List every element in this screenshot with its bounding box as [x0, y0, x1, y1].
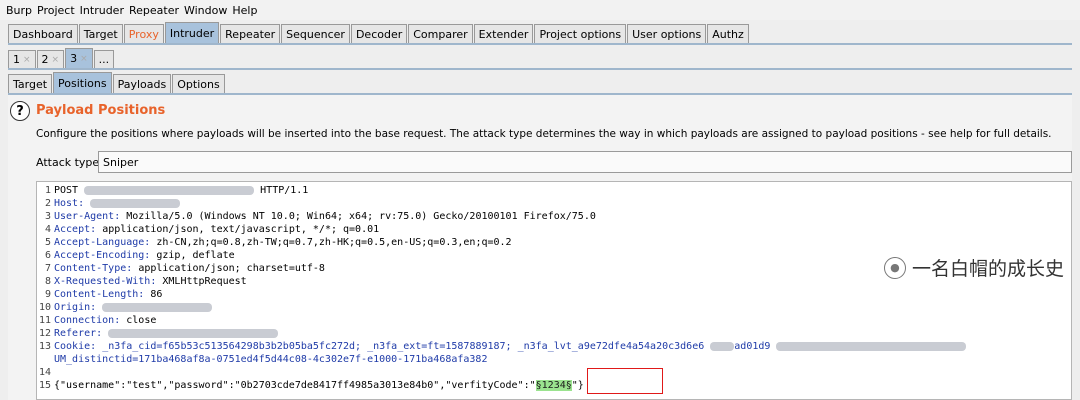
header-name: Accept:: [54, 224, 97, 235]
close-icon[interactable]: ×: [23, 55, 31, 65]
header-name: Content-Type:: [54, 263, 133, 274]
attack-number-tab-bar: 1 × 2 × 3 × ...: [8, 48, 115, 68]
header-value: zh-CN,zh;q=0.8,zh-TW;q=0.7,zh-HK;q=0.5,e…: [156, 237, 512, 248]
payload-position-marker[interactable]: §1234§: [535, 380, 572, 391]
attack-tab-3[interactable]: 3 ×: [65, 48, 93, 68]
header-name: Connection:: [54, 315, 121, 326]
request-line-4: 4 Accept: application/json, text/javascri…: [44, 224, 380, 235]
section-description: Configure the positions where payloads w…: [36, 128, 1052, 140]
subtab-target[interactable]: Target: [8, 74, 53, 93]
header-name: Accept-Encoding:: [54, 250, 151, 261]
header-value: Mozilla/5.0 (Windows NT 10.0; Win64; x64…: [126, 211, 596, 222]
subtab-options[interactable]: Options: [172, 74, 225, 93]
request-line-10: 10 Origin:: [37, 301, 1071, 314]
section-title: Payload Positions: [36, 103, 166, 118]
menu-window[interactable]: Window: [184, 4, 227, 17]
menu-bar: Burp Project Intruder Repeater Window He…: [0, 0, 1080, 20]
redacted-cookie-rest: [776, 341, 967, 351]
redacted-host: [90, 198, 181, 208]
tab-sequencer[interactable]: Sequencer: [281, 24, 350, 43]
tab-dashboard[interactable]: Dashboard: [8, 24, 78, 43]
main-tab-underline: [8, 43, 1072, 45]
header-value: close: [126, 315, 157, 326]
cookie-value-continued: UM_distinctid=171ba468af8a-0751ed4f5d44c…: [54, 354, 488, 365]
header-name: User-Agent:: [54, 211, 121, 222]
menu-intruder[interactable]: Intruder: [80, 4, 124, 17]
request-line-13-wrap: UM_distinctid=171ba468af8a-0751ed4f5d44c…: [37, 353, 1071, 366]
attack-type-label: Attack type:: [36, 156, 103, 169]
redacted-cookie: [710, 341, 735, 351]
request-line-15: 15 {"username":"test","password":"0b2703c…: [38, 380, 584, 391]
attack-tab-2[interactable]: 2 ×: [36, 50, 65, 68]
intruder-sub-tab-bar: Target Positions Payloads Options: [8, 72, 226, 93]
tab-repeater[interactable]: Repeater: [220, 24, 281, 43]
menu-burp[interactable]: Burp: [6, 4, 32, 17]
menu-repeater[interactable]: Repeater: [129, 4, 179, 17]
header-name: Origin:: [54, 302, 97, 313]
request-line-1: 1 POST HTTP/1.1: [44, 185, 309, 196]
redacted-path: [84, 185, 255, 195]
cookie-value-tail: ad01d9: [734, 341, 771, 352]
request-line-13: 13 Cookie: _n3fa_cid=f65b53c513564298b3b2…: [37, 340, 1071, 353]
redacted-origin: [102, 302, 213, 312]
close-icon[interactable]: ×: [52, 55, 60, 65]
tab-user-options[interactable]: User options: [627, 24, 707, 43]
http-method: POST: [54, 185, 79, 196]
attack-tab-new[interactable]: ...: [93, 50, 115, 68]
attack-tab-label: 2: [41, 53, 49, 66]
tab-proxy[interactable]: Proxy: [123, 24, 164, 43]
help-icon[interactable]: ?: [10, 101, 30, 121]
highlight-box: [587, 368, 663, 394]
header-name: Referer:: [54, 328, 103, 339]
wechat-icon: ●: [883, 256, 906, 279]
menu-project[interactable]: Project: [37, 4, 75, 17]
attack-type-select[interactable]: Sniper: [98, 151, 1072, 173]
number-tab-underline: [8, 68, 1072, 70]
request-editor[interactable]: 1 POST HTTP/1.1 2 Host: 3 User-Agent: Mozil…: [36, 181, 1072, 400]
watermark: ● 一名白帽的成长史: [883, 254, 1064, 281]
tab-intruder[interactable]: Intruder: [164, 22, 220, 43]
request-line-2: 2 Host:: [37, 197, 1071, 210]
tab-target[interactable]: Target: [78, 24, 123, 43]
request-line-5: 5 Accept-Language: zh-CN,zh;q=0.8,zh-TW;q…: [44, 237, 512, 248]
watermark-text: 一名白帽的成长史: [911, 258, 1064, 280]
request-line-14: 14: [38, 367, 51, 378]
request-line-9: 9 Content-Length: 86: [44, 289, 163, 300]
header-name: Accept-Language:: [54, 237, 151, 248]
header-value: XMLHttpRequest: [162, 276, 247, 287]
tab-extender[interactable]: Extender: [473, 24, 534, 43]
header-name: X-Requested-With:: [54, 276, 157, 287]
request-body-suffix: "}: [571, 380, 584, 391]
header-name: Content-Length:: [54, 289, 145, 300]
subtab-positions[interactable]: Positions: [53, 72, 112, 93]
attack-tab-label: 3: [70, 52, 78, 65]
request-body-prefix: {"username":"test","password":"0b2703cde…: [54, 380, 536, 391]
header-value: 86: [150, 289, 163, 300]
tab-authz[interactable]: Authz: [707, 24, 749, 43]
request-line-12: 12 Referer:: [37, 327, 1071, 340]
header-name: Host:: [54, 198, 85, 209]
close-icon[interactable]: ×: [80, 54, 88, 64]
redacted-referer: [108, 328, 279, 338]
tab-project-options[interactable]: Project options: [534, 24, 627, 43]
attack-tab-label: 1: [13, 53, 20, 66]
header-name: Cookie:: [54, 341, 97, 352]
http-protocol: HTTP/1.1: [260, 185, 309, 196]
menu-help[interactable]: Help: [232, 4, 257, 17]
header-value: gzip, deflate: [156, 250, 235, 261]
positions-panel: ? Payload Positions Configure the positi…: [8, 95, 1072, 400]
tab-decoder[interactable]: Decoder: [350, 24, 408, 43]
main-tab-bar: Dashboard Target Proxy Intruder Repeater…: [8, 22, 750, 43]
request-line-11: 11 Connection: close: [38, 315, 157, 326]
subtab-payloads[interactable]: Payloads: [112, 74, 172, 93]
header-value: application/json; charset=utf-8: [138, 263, 325, 274]
cookie-value: _n3fa_cid=f65b53c513564298b3b2b05ba5fc27…: [102, 341, 705, 352]
request-line-3: 3 User-Agent: Mozilla/5.0 (Windows NT 10.…: [44, 211, 596, 222]
tab-comparer[interactable]: Comparer: [408, 24, 473, 43]
attack-tab-1[interactable]: 1 ×: [8, 50, 36, 68]
header-value: application/json, text/javascript, */*; …: [102, 224, 380, 235]
